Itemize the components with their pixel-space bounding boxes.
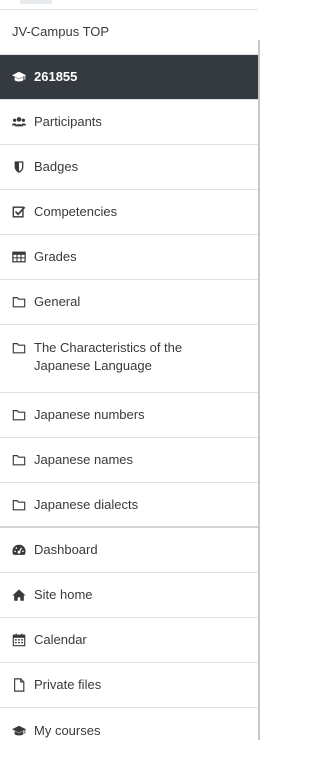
nav-item-section-characteristics[interactable]: The Characteristics of the Japanese Lang…: [0, 325, 258, 393]
nav-item-private-files[interactable]: Private files: [0, 663, 258, 708]
nav-item-section-dialects[interactable]: Japanese dialects: [0, 483, 258, 528]
nav-item-label: My courses: [34, 722, 101, 738]
scrollbar[interactable]: [258, 40, 260, 740]
shield-icon: [12, 160, 26, 174]
folder-icon: [12, 295, 26, 309]
nav-item-label: Participants: [34, 114, 102, 129]
nav-item-label: Badges: [34, 159, 79, 174]
nav-item-grades[interactable]: Grades: [0, 235, 258, 280]
nav-item-site-link[interactable]: JV-Campus TOP: [0, 10, 258, 55]
header-button-edge: [20, 0, 52, 4]
file-icon: [12, 678, 26, 692]
nav-item-section-numbers[interactable]: Japanese numbers: [0, 393, 258, 438]
folder-icon: [12, 453, 26, 467]
folder-icon: [12, 341, 26, 355]
nav-item-competencies[interactable]: Competencies: [0, 190, 258, 235]
users-icon: [12, 115, 26, 129]
nav-item-label: Japanese dialects: [34, 496, 139, 512]
checkbox-icon: [12, 205, 26, 219]
nav-item-label: 261855: [34, 69, 78, 84]
graduation-cap-icon: [12, 724, 26, 738]
calendar-icon: [12, 633, 26, 647]
nav-item-course[interactable]: 261855: [0, 55, 258, 100]
nav-item-badges[interactable]: Badges: [0, 145, 258, 190]
nav-item-label: Japanese names: [34, 452, 134, 467]
nav-item-site-home[interactable]: Site home: [0, 573, 258, 618]
nav-item-label: Competencies: [34, 204, 118, 219]
nav-item-label: Private files: [34, 677, 102, 692]
nav-item-dashboard[interactable]: Dashboard: [0, 528, 258, 573]
nav-item-label: General: [34, 294, 81, 309]
nav-item-label: Dashboard: [34, 542, 98, 557]
nav-item-label: JV-Campus TOP: [12, 24, 110, 39]
nav-item-calendar[interactable]: Calendar: [0, 618, 258, 663]
folder-icon: [12, 408, 26, 422]
nav-item-label: Calendar: [34, 632, 87, 647]
nav-item-my-courses[interactable]: My courses: [0, 708, 258, 753]
graduation-cap-icon: [12, 70, 26, 84]
home-icon: [12, 588, 26, 602]
table-icon: [12, 250, 26, 264]
nav-item-participants[interactable]: Participants: [0, 100, 258, 145]
dashboard-icon: [12, 543, 26, 557]
nav-item-label: The Characteristics of the Japanese Lang…: [34, 340, 183, 373]
nav-item-label: Grades: [34, 249, 77, 264]
nav-item-label: Japanese numbers: [34, 407, 145, 422]
nav-item-label: Site home: [34, 587, 93, 602]
header-strip: [0, 0, 263, 8]
folder-icon: [12, 498, 26, 512]
nav-item-section-names[interactable]: Japanese names: [0, 438, 258, 483]
nav-drawer: JV-Campus TOP 261855 Participants Badges…: [0, 9, 258, 753]
nav-item-section-general[interactable]: General: [0, 280, 258, 325]
